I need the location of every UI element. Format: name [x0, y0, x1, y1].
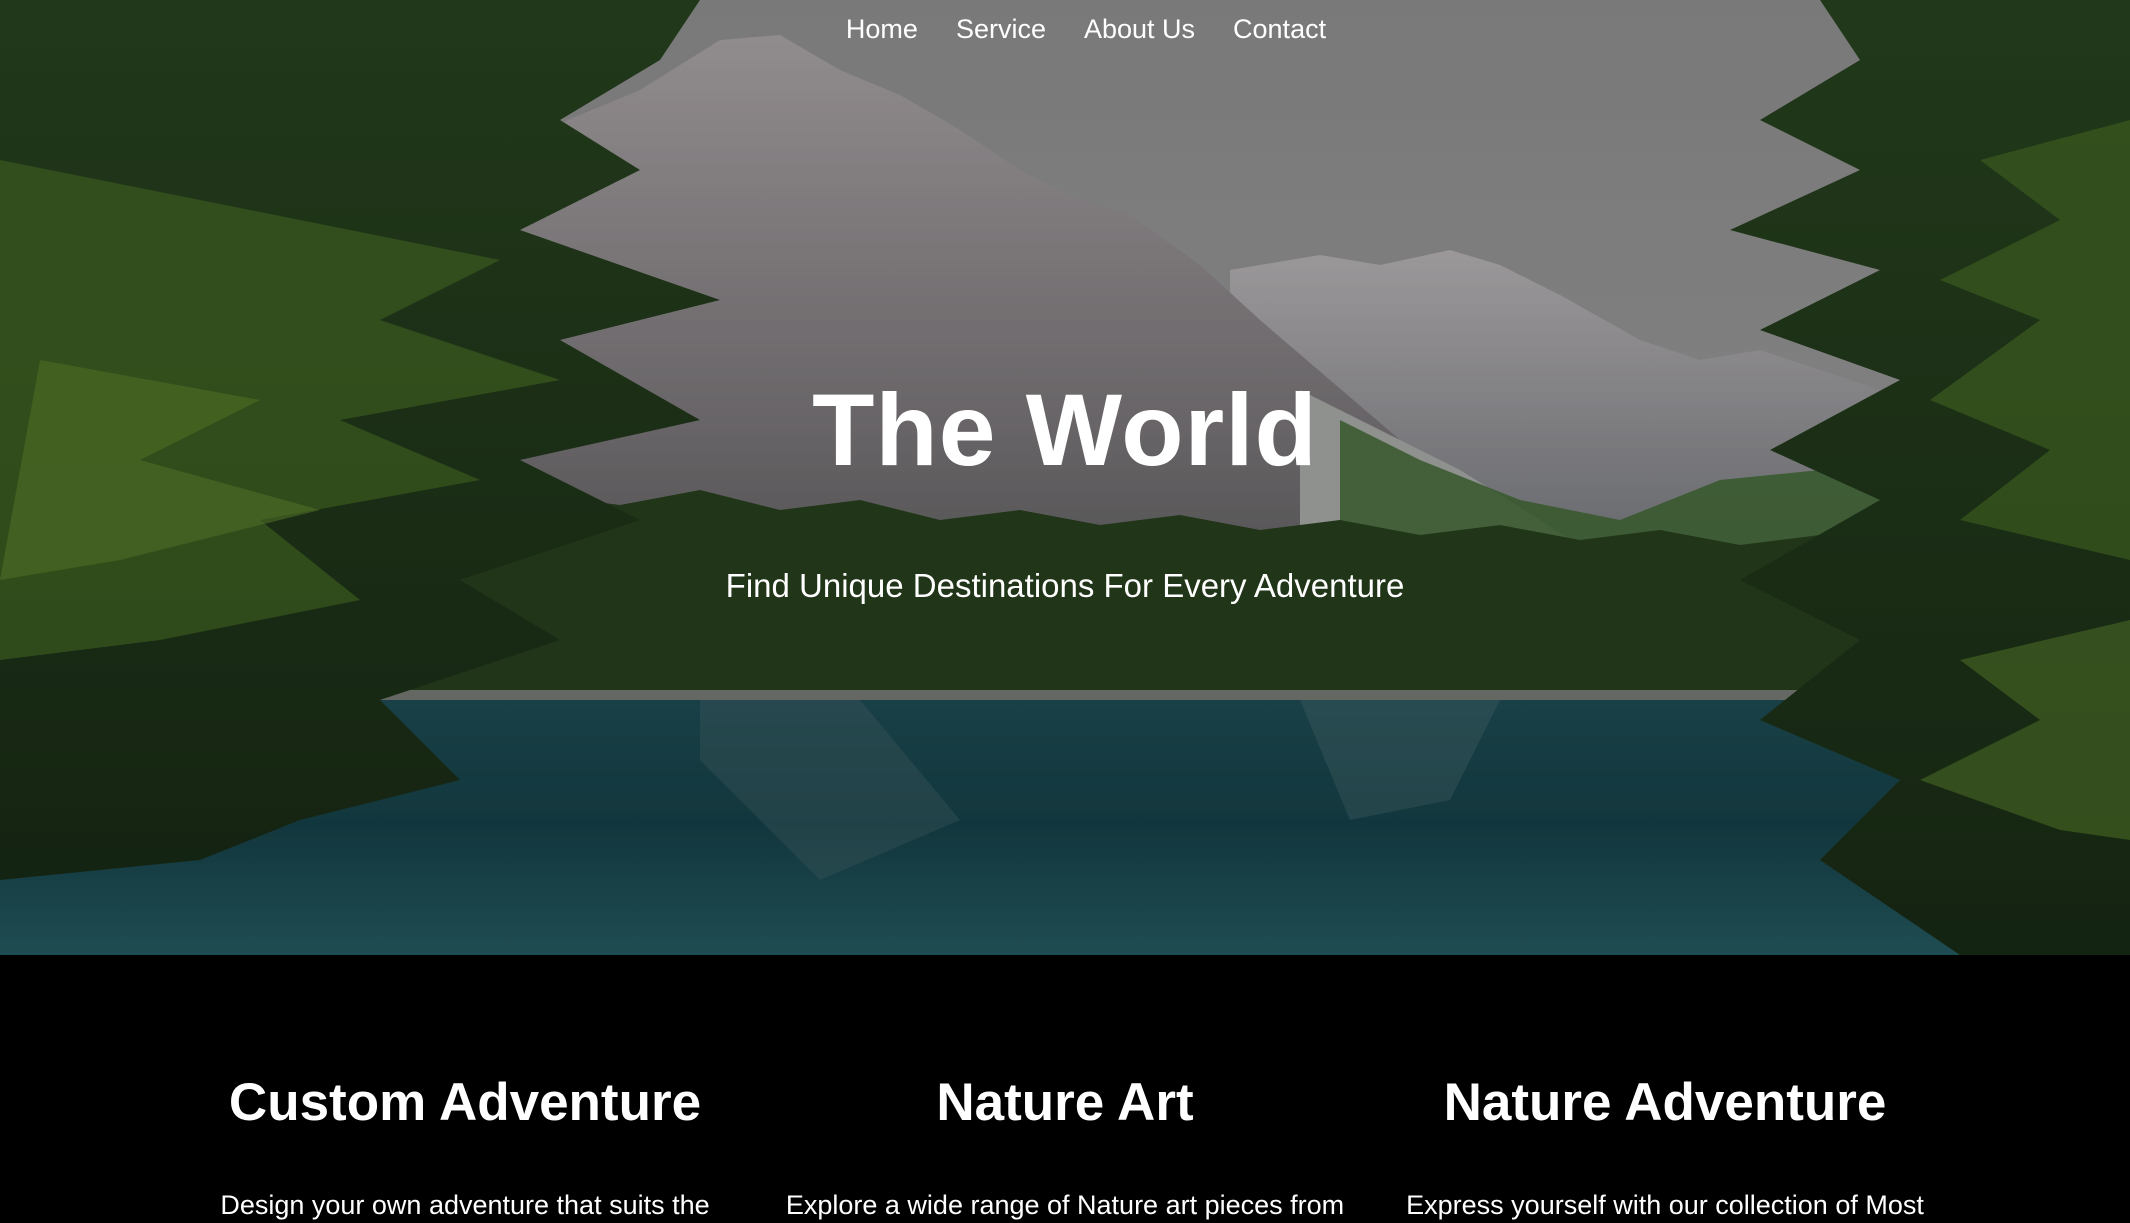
nav-item-contact[interactable]: Contact [1233, 14, 1326, 45]
feature-text: Express yourself with our collection of … [1406, 1190, 1924, 1220]
nav-item-service[interactable]: Service [956, 14, 1046, 45]
feature-title: Custom Adventure [228, 1073, 702, 1132]
nav-item-home[interactable]: Home [846, 14, 918, 45]
feature-card-custom-adventure: Custom Adventure Design your own adventu… [165, 955, 765, 1220]
nav-item-about-us[interactable]: About Us [1084, 14, 1195, 45]
feature-title: Nature Art [936, 1073, 1194, 1132]
feature-card-nature-adventure: Nature Adventure Express yourself with o… [1365, 955, 1965, 1220]
feature-text: Explore a wide range of Nature art piece… [785, 1190, 1345, 1220]
feature-card-nature-art: Nature Art Explore a wide range of Natur… [765, 955, 1365, 1220]
hero-subtitle: Find Unique Destinations For Every Adven… [725, 567, 1405, 604]
feature-title: Nature Adventure [1443, 1073, 1887, 1132]
hero-section: Home Service About Us Contact The World … [0, 0, 2130, 955]
feature-text: Design your own adventure that suits the [220, 1190, 710, 1220]
features-section: Custom Adventure Design your own adventu… [0, 955, 2130, 1220]
main-nav: Home Service About Us Contact [0, 14, 2130, 45]
hero-title: The World [812, 373, 1318, 487]
